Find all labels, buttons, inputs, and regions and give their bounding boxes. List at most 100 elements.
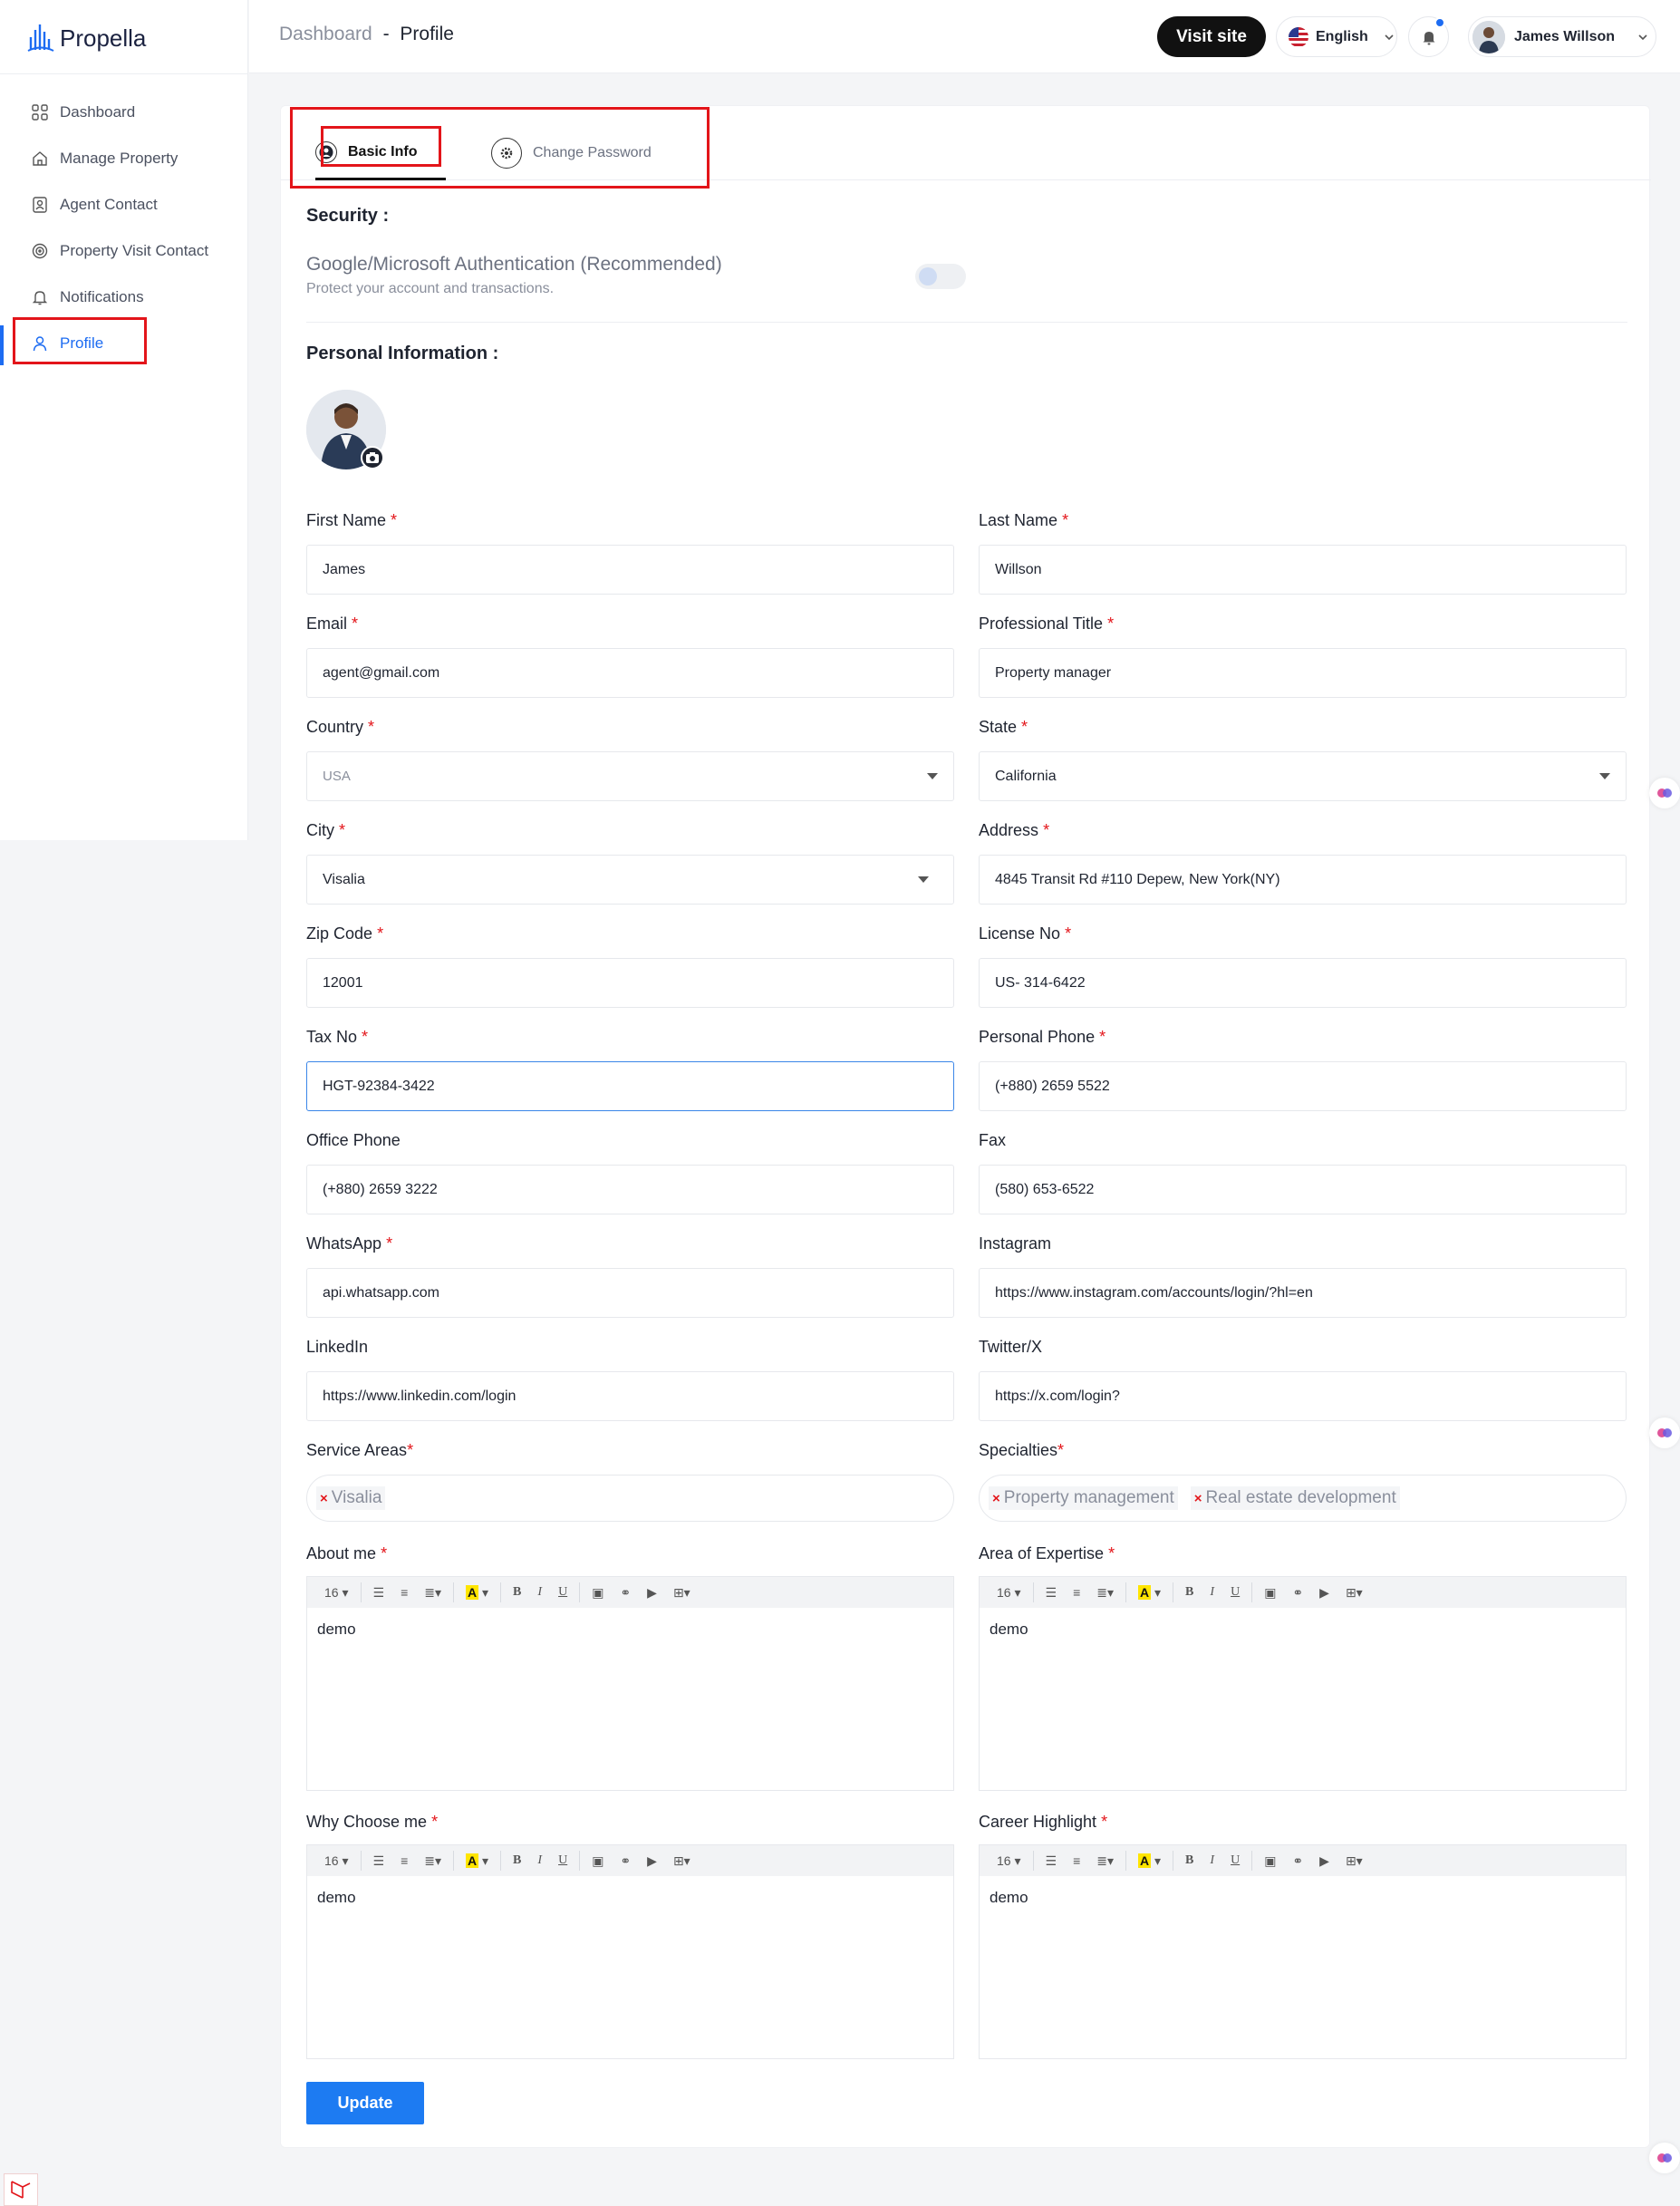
camera-icon[interactable] (361, 446, 384, 469)
debug-icon[interactable] (4, 2173, 38, 2206)
office-phone-field[interactable]: (+880) 2659 3222 (306, 1165, 954, 1214)
link-icon[interactable]: ⚭ (612, 1577, 639, 1608)
table-icon[interactable]: ⊞▾ (665, 1577, 699, 1608)
why-editor-content[interactable]: demo (307, 1876, 953, 1920)
service-areas-tag-input[interactable]: × Visalia (306, 1475, 954, 1522)
numbered-list-icon[interactable]: ≡ (1065, 1845, 1088, 1876)
instagram-field[interactable]: https://www.instagram.com/accounts/login… (979, 1268, 1627, 1318)
visit-site-button[interactable]: Visit site (1157, 16, 1266, 57)
app-logo[interactable]: Propella (27, 20, 146, 56)
specialties-label: Specialties* (979, 1441, 1065, 1459)
video-icon[interactable]: ▶ (1311, 1845, 1337, 1876)
contact-icon (33, 196, 47, 213)
image-icon[interactable]: ▣ (1256, 1577, 1284, 1608)
sidebar-item-manage-property[interactable]: Manage Property (0, 135, 248, 181)
expertise-editor-content[interactable]: demo (980, 1608, 1626, 1651)
image-icon[interactable]: ▣ (584, 1845, 612, 1876)
image-icon[interactable]: ▣ (584, 1577, 612, 1608)
country-select[interactable]: USA (306, 751, 954, 801)
font-size-select[interactable]: 16 ▾ (316, 1845, 357, 1876)
bold-icon[interactable]: B (505, 1845, 529, 1876)
tab-change-password[interactable]: Change Password (491, 126, 652, 180)
bold-icon[interactable]: B (1177, 1577, 1202, 1608)
career-editor-content[interactable]: demo (980, 1876, 1626, 1920)
video-icon[interactable]: ▶ (1311, 1577, 1337, 1608)
link-icon[interactable]: ⚭ (1284, 1577, 1311, 1608)
font-size-select[interactable]: 16 ▾ (989, 1845, 1029, 1876)
image-icon[interactable]: ▣ (1256, 1845, 1284, 1876)
sidebar-item-agent-contact[interactable]: Agent Contact (0, 181, 248, 227)
video-icon[interactable]: ▶ (639, 1845, 665, 1876)
assistant-icon[interactable] (1649, 1417, 1680, 1448)
assistant-icon[interactable] (1649, 778, 1680, 808)
font-size-select[interactable]: 16 ▾ (989, 1577, 1029, 1608)
user-menu[interactable]: James Willson (1468, 16, 1656, 57)
twitter-field[interactable]: https://x.com/login? (979, 1371, 1627, 1421)
linkedin-field[interactable]: https://www.linkedin.com/login (306, 1371, 954, 1421)
sidebar-item-notifications[interactable]: Notifications (0, 274, 248, 320)
whatsapp-field[interactable]: api.whatsapp.com (306, 1268, 954, 1318)
tax-field[interactable]: HGT-92384-3422 (306, 1061, 954, 1111)
breadcrumb-root[interactable]: Dashboard (279, 24, 372, 44)
fax-field[interactable]: (580) 653-6522 (979, 1165, 1627, 1214)
align-icon[interactable]: ≣▾ (416, 1577, 449, 1608)
sidebar-item-profile[interactable]: Profile (0, 320, 248, 366)
underline-icon[interactable]: U (550, 1845, 575, 1876)
about-editor-content[interactable]: demo (307, 1608, 953, 1651)
underline-icon[interactable]: U (1222, 1577, 1248, 1608)
bold-icon[interactable]: B (1177, 1845, 1202, 1876)
numbered-list-icon[interactable]: ≡ (1065, 1577, 1088, 1608)
remove-tag-icon[interactable]: × (992, 1491, 1000, 1506)
notifications-button[interactable] (1408, 16, 1449, 57)
sidebar-item-property-visit-contact[interactable]: Property Visit Contact (0, 227, 248, 274)
remove-tag-icon[interactable]: × (320, 1491, 328, 1506)
update-button[interactable]: Update (306, 2082, 424, 2124)
bullet-list-icon[interactable]: ☰ (365, 1845, 393, 1876)
bullet-list-icon[interactable]: ☰ (1038, 1845, 1066, 1876)
bullet-list-icon[interactable]: ☰ (365, 1577, 393, 1608)
address-field[interactable]: 4845 Transit Rd #110 Depew, New York(NY) (979, 855, 1627, 905)
italic-icon[interactable]: I (529, 1845, 550, 1876)
align-icon[interactable]: ≣▾ (416, 1845, 449, 1876)
link-icon[interactable]: ⚭ (1284, 1845, 1311, 1876)
underline-icon[interactable]: U (1222, 1845, 1248, 1876)
email-field[interactable]: agent@gmail.com (306, 648, 954, 698)
highlight-color-icon[interactable]: A ▾ (1130, 1577, 1169, 1608)
license-field[interactable]: US- 314-6422 (979, 958, 1627, 1008)
italic-icon[interactable]: I (1202, 1577, 1222, 1608)
remove-tag-icon[interactable]: × (1194, 1491, 1202, 1506)
highlight-color-icon[interactable]: A ▾ (1130, 1845, 1169, 1876)
video-icon[interactable]: ▶ (639, 1577, 665, 1608)
link-icon[interactable]: ⚭ (612, 1845, 639, 1876)
bullet-list-icon[interactable]: ☰ (1038, 1577, 1066, 1608)
align-icon[interactable]: ≣▾ (1088, 1845, 1122, 1876)
tab-basic-info[interactable]: Basic Info (315, 126, 447, 180)
align-icon[interactable]: ≣▾ (1088, 1577, 1122, 1608)
professional-title-field[interactable]: Property manager (979, 648, 1627, 698)
font-size-select[interactable]: 16 ▾ (316, 1577, 357, 1608)
profile-tabs: Basic Info Change Password (281, 106, 1651, 180)
italic-icon[interactable]: I (529, 1577, 550, 1608)
language-selector[interactable]: English (1276, 16, 1397, 57)
assistant-icon[interactable] (1649, 2143, 1680, 2173)
tab-label: Basic Info (348, 143, 418, 160)
city-select[interactable]: Visalia (306, 855, 954, 905)
first-name-field[interactable]: James (306, 545, 954, 595)
numbered-list-icon[interactable]: ≡ (392, 1577, 416, 1608)
bold-icon[interactable]: B (505, 1577, 529, 1608)
highlight-color-icon[interactable]: A ▾ (458, 1845, 497, 1876)
highlight-color-icon[interactable]: A ▾ (458, 1577, 497, 1608)
last-name-field[interactable]: Willson (979, 545, 1627, 595)
zip-field[interactable]: 12001 (306, 958, 954, 1008)
table-icon[interactable]: ⊞▾ (1337, 1577, 1371, 1608)
table-icon[interactable]: ⊞▾ (1337, 1845, 1371, 1876)
sidebar-item-dashboard[interactable]: Dashboard (0, 89, 248, 135)
state-select[interactable]: California (979, 751, 1627, 801)
personal-phone-field[interactable]: (+880) 2659 5522 (979, 1061, 1627, 1111)
two-factor-toggle[interactable] (915, 264, 966, 289)
italic-icon[interactable]: I (1202, 1845, 1222, 1876)
table-icon[interactable]: ⊞▾ (665, 1845, 699, 1876)
underline-icon[interactable]: U (550, 1577, 575, 1608)
specialties-tag-input[interactable]: × Property management × Real estate develo… (979, 1475, 1627, 1522)
numbered-list-icon[interactable]: ≡ (392, 1845, 416, 1876)
